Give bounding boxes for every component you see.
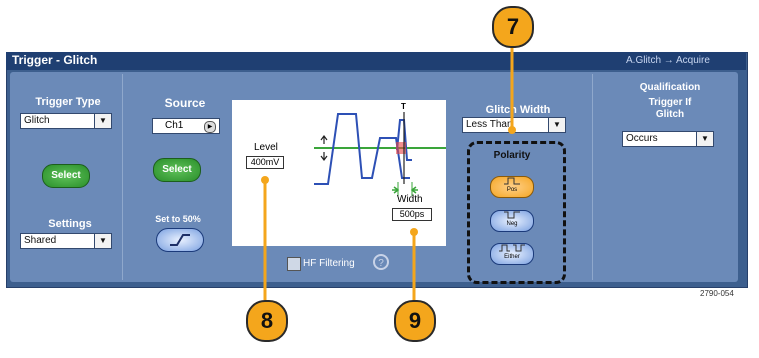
callout-leader-lines bbox=[261, 40, 516, 300]
callout-7: 7 bbox=[492, 6, 534, 48]
figure-number: 2790-054 bbox=[700, 289, 734, 298]
callout-8: 8 bbox=[246, 300, 288, 342]
callout-9: 9 bbox=[394, 300, 436, 342]
